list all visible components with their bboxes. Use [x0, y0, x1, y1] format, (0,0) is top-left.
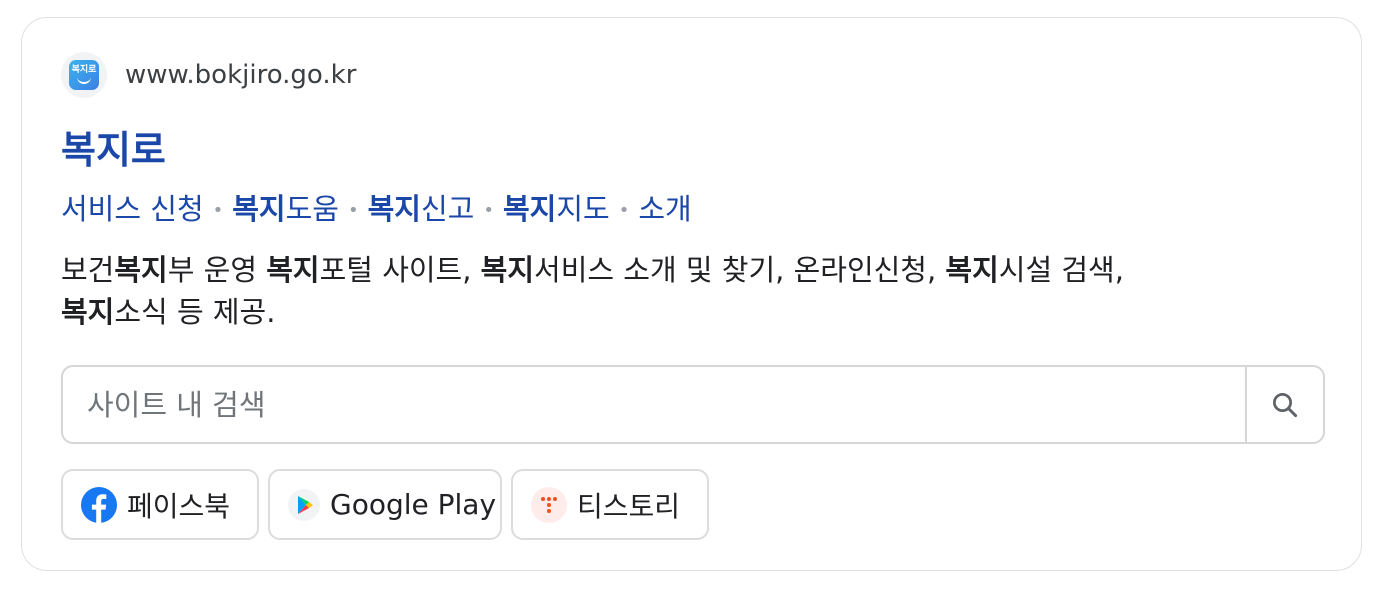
chip-label: Google Play	[330, 488, 497, 521]
tistory-icon	[531, 486, 567, 523]
sitelink-welfare-map[interactable]: 복지지도	[503, 192, 610, 226]
facebook-icon	[81, 486, 117, 523]
site-url[interactable]: www.bokjiro.go.kr	[125, 60, 356, 90]
result-title-link[interactable]: 복지로	[61, 124, 166, 176]
separator-dot: •	[348, 200, 359, 221]
separator-dot: •	[618, 200, 630, 221]
sitelink-about[interactable]: 소개	[638, 192, 691, 226]
facebook-chip[interactable]: 페이스북	[61, 469, 259, 540]
search-icon	[1273, 392, 1298, 417]
google-play-icon	[288, 487, 320, 523]
separator-dot: •	[483, 200, 494, 221]
chip-label: 티스토리	[577, 489, 681, 523]
bokjiro-favicon-icon: 복지로	[61, 52, 107, 98]
site-search-button[interactable]	[1245, 367, 1323, 442]
social-links: 페이스북 Google Play 티스토리	[61, 469, 718, 540]
site-search-box	[61, 365, 1325, 444]
chip-label: 페이스북	[127, 489, 231, 523]
sitelink-service-apply[interactable]: 서비스 신청	[61, 192, 204, 226]
tistory-chip[interactable]: 티스토리	[511, 469, 709, 540]
result-snippet: 보건복지부 운영 복지포털 사이트, 복지서비스 소개 및 찾기, 온라인신청,…	[61, 253, 1124, 329]
google-play-chip[interactable]: Google Play	[268, 469, 502, 540]
sitelinks: 서비스 신청 • 복지도움 • 복지신고 • 복지지도 • 소개	[61, 189, 692, 231]
separator-dot: •	[212, 200, 224, 221]
sitelink-welfare-report[interactable]: 복지신고	[368, 192, 475, 226]
search-result-card: 복지로 www.bokjiro.go.kr 복지로 서비스 신청 • 복지도움 • 복지…	[21, 17, 1362, 571]
site-info[interactable]: 복지로 www.bokjiro.go.kr	[61, 51, 356, 99]
site-search-input[interactable]	[63, 367, 1245, 442]
sitelink-welfare-help[interactable]: 복지도움	[232, 192, 339, 226]
favicon-text: 복지로	[71, 65, 97, 75]
